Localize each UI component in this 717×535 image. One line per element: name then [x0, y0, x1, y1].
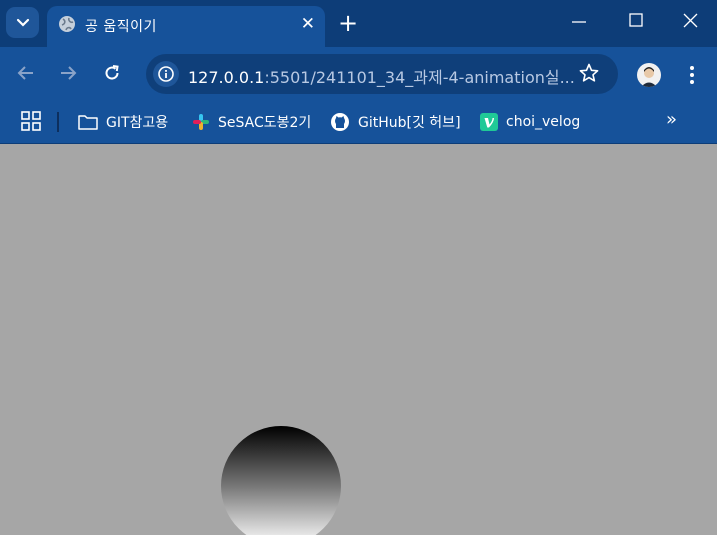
chevron-down-icon: [16, 18, 29, 27]
site-info-button[interactable]: [153, 61, 179, 87]
more-bookmarks-icon[interactable]: »: [666, 109, 677, 130]
slack-icon: [192, 113, 210, 131]
browser-toolbar: 127.0.0.1:5501/241101_34_과제-4-animation실…: [0, 47, 717, 103]
new-tab-button[interactable]: +: [338, 11, 358, 35]
bookmark-label: GIT참고용: [106, 115, 169, 131]
active-tab[interactable]: 공 움직이기 ✕: [47, 6, 325, 47]
bookmark-label: GitHub[깃 허브]: [358, 115, 461, 131]
apps-grid-icon[interactable]: [21, 111, 41, 131]
info-icon: [158, 66, 174, 82]
more-menu-icon[interactable]: [688, 64, 696, 86]
person-icon: [641, 67, 657, 87]
tab-search-button[interactable]: [6, 7, 39, 38]
address-bar[interactable]: 127.0.0.1:5501/241101_34_과제-4-animation실…: [146, 54, 618, 94]
page-viewport: [0, 144, 717, 535]
bookmark-sesac[interactable]: SeSAC도봉2기: [192, 110, 311, 134]
back-arrow-icon[interactable]: [16, 63, 36, 83]
url-path: :5501/241101_34_과제-4-animation실...: [264, 68, 575, 87]
velog-icon: [480, 113, 498, 131]
bookmark-velog[interactable]: choi_velog: [480, 110, 580, 134]
close-window-icon[interactable]: [683, 13, 698, 28]
folder-icon: [78, 114, 98, 130]
url-host: 127.0.0.1: [188, 68, 265, 87]
maximize-icon[interactable]: [629, 13, 643, 27]
title-bar: 공 움직이기 ✕ +: [0, 0, 717, 47]
reload-icon[interactable]: [102, 63, 122, 83]
forward-arrow-icon[interactable]: [58, 63, 78, 83]
tab-close-icon[interactable]: ✕: [301, 16, 315, 33]
globe-icon: [59, 16, 75, 32]
bookmark-label: choi_velog: [506, 114, 581, 130]
bookmark-label: SeSAC도봉2기: [218, 115, 312, 131]
bookmark-github[interactable]: GitHub[깃 허브]: [330, 110, 461, 134]
animated-ball: [221, 426, 341, 535]
github-icon: [330, 112, 350, 132]
minimize-icon[interactable]: [572, 10, 586, 34]
tab-title: 공 움직이기: [85, 19, 157, 35]
bookmark-git-reference[interactable]: GIT참고용: [78, 110, 168, 134]
bookmarks-divider: [57, 112, 59, 132]
bookmarks-bar: GIT참고용 SeSAC도봉2기 GitHub[깃 허브] choi_velog…: [0, 103, 717, 144]
url-text[interactable]: 127.0.0.1:5501/241101_34_과제-4-animation실…: [188, 64, 575, 88]
profile-avatar[interactable]: [637, 63, 661, 87]
bookmark-star-icon[interactable]: [578, 62, 600, 84]
